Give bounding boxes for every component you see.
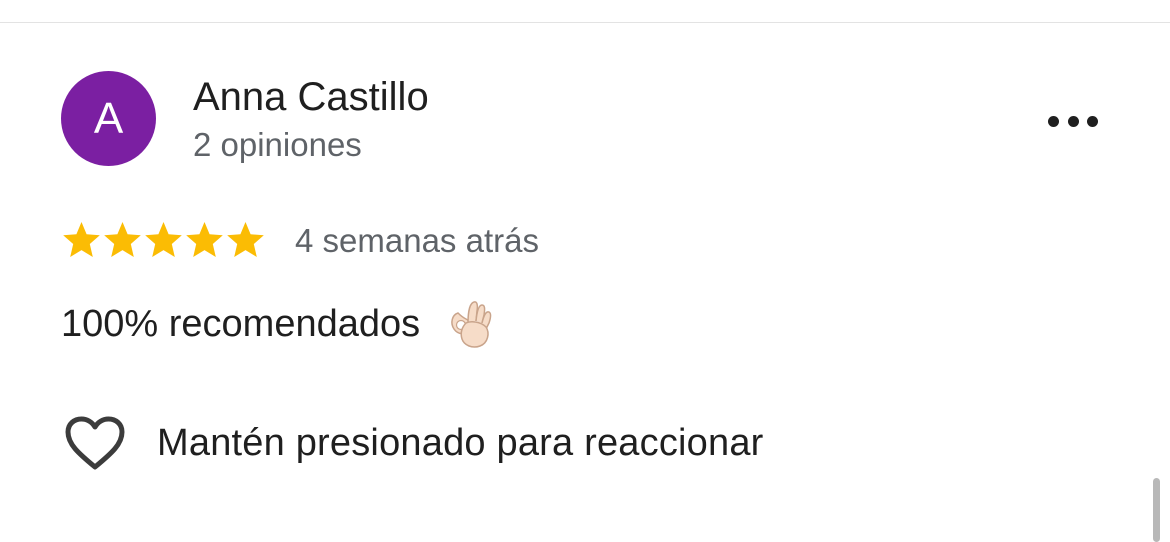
react-label: Mantén presionado para reaccionar bbox=[157, 422, 764, 464]
heart-outline-icon bbox=[65, 416, 125, 470]
more-horizontal-icon bbox=[1087, 115, 1098, 127]
review-card: A Anna Castillo 2 opiniones 4 semanas at… bbox=[0, 23, 1170, 542]
more-horizontal-icon bbox=[1048, 115, 1059, 127]
star-icon bbox=[102, 221, 143, 259]
more-horizontal-icon bbox=[1067, 115, 1079, 127]
author-name[interactable]: Anna Castillo bbox=[193, 73, 429, 121]
star-icon bbox=[143, 221, 184, 259]
react-button[interactable]: Mantén presionado para reaccionar bbox=[64, 413, 764, 473]
review-text-content: 100% recomendados bbox=[61, 303, 421, 345]
review-page: A Anna Castillo 2 opiniones 4 semanas at… bbox=[0, 0, 1170, 542]
author-reviews-count: 2 opiniones bbox=[193, 126, 362, 163]
star-rating bbox=[61, 219, 266, 261]
review-text: 100% recomendados bbox=[61, 299, 496, 349]
review-date: 4 semanas atrás bbox=[295, 222, 539, 259]
star-icon bbox=[225, 221, 266, 259]
scrollbar[interactable] bbox=[1153, 478, 1160, 542]
ok-hand-emoji-icon bbox=[448, 299, 496, 349]
star-icon bbox=[184, 221, 225, 259]
more-options-button[interactable] bbox=[1040, 103, 1106, 139]
avatar-initial: A bbox=[93, 93, 124, 143]
avatar[interactable]: A bbox=[61, 71, 156, 166]
star-icon bbox=[61, 221, 102, 259]
